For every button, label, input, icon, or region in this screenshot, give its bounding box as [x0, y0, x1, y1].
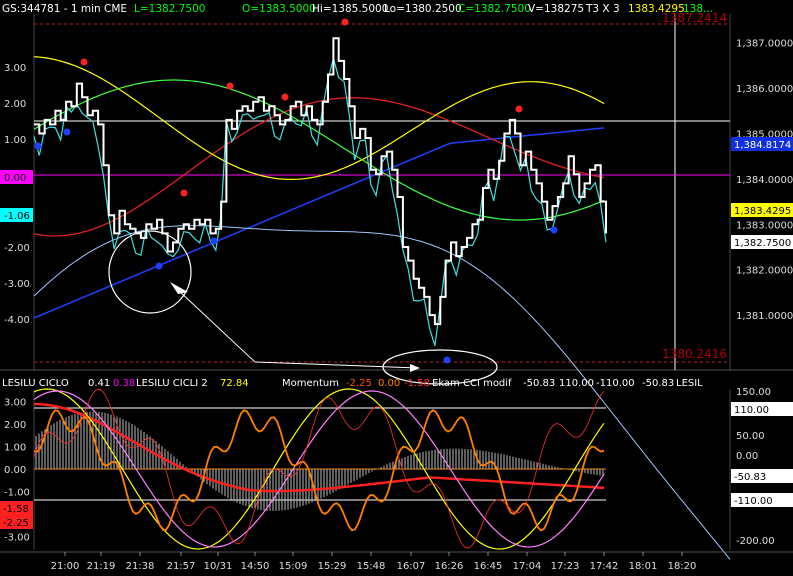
time-tick-label: 16:26 [435, 561, 464, 572]
osc-left-tick-label: 0.00 [4, 465, 26, 476]
osc-legend-item: -50.83 [523, 378, 555, 389]
time-tick-label: 15:29 [318, 561, 347, 572]
osc-left-badge-text-r1: -1.58 [3, 504, 29, 515]
osc-legend-item: -1.58 [404, 378, 430, 389]
time-tick-label: 16:07 [397, 561, 426, 572]
osc-left-tick-label: 1.00 [4, 443, 26, 454]
osc-badge-text-b110: 110.00 [734, 405, 769, 416]
time-tick-label: 21:38 [126, 561, 155, 572]
header-volume: V=138275 [528, 3, 584, 15]
osc-legend-item: -50.83 [642, 378, 674, 389]
osc-legend-item: Momentum [282, 378, 339, 389]
price-badge-text-white: 1,382.7500 [734, 238, 791, 249]
header-high: Hi=1385.5000 [312, 3, 388, 15]
time-tick-label: 15:48 [357, 561, 386, 572]
trading-chart: GS:344781 - 1 min CME L=1382.7500 O=1383… [0, 0, 793, 576]
osc-legend-item: 0.00 [378, 378, 400, 389]
header-bar: GS:344781 - 1 min CME L=1382.7500 O=1383… [2, 3, 713, 15]
red-marker [281, 93, 289, 101]
osc-legend-item: LESILU CICLO [2, 378, 69, 389]
time-tick-label: 15:09 [279, 561, 308, 572]
osc-badge-text-bm110: -110.00 [734, 496, 773, 507]
osc-left-badge-text-r2: -2.25 [3, 518, 29, 529]
price-left-tick-label: -2.00 [4, 243, 30, 254]
time-tick-label: 21:00 [51, 561, 80, 572]
price-left-badge-text-cyan: -1.06 [4, 211, 30, 222]
blue-marker [443, 356, 451, 364]
osc-legend: LESILU CICLO 0.41 0.38 LESILU CICLI 2 72.84 M… [2, 378, 703, 389]
header-symbol: GS:344781 - 1 min [2, 3, 101, 15]
osc-legend-item: -110.00 [596, 378, 635, 389]
price-left-tick-label: 1.00 [4, 135, 26, 146]
price-left-tick-label: -4.00 [4, 315, 30, 326]
time-tick-label: 17:42 [590, 561, 619, 572]
header-open: O=1383.5000 [242, 3, 316, 15]
osc-left-tick-label: 2.00 [4, 420, 26, 431]
red-marker [180, 189, 188, 197]
header-low: Lo=1380.2500 [384, 3, 462, 15]
price-tick-label: 1,383.0000 [736, 220, 793, 231]
osc-left-tick-label: 3.00 [4, 398, 26, 409]
osc-left-tick-label: -3.00 [4, 533, 30, 544]
header-exchange: CME [104, 3, 127, 15]
blue-marker [210, 237, 218, 245]
bottom-level-label: 1380.2416 [662, 347, 727, 361]
osc-legend-item: LESIL [676, 378, 703, 389]
red-marker [341, 18, 349, 26]
osc-legend-item: 110.00 [559, 378, 594, 389]
blue-marker [155, 262, 163, 270]
price-left-tick-label: -3.00 [4, 279, 30, 290]
red-marker [80, 58, 88, 66]
osc-legend-item: -2.25 [346, 378, 372, 389]
price-badge-text-yellow: 1,383.4295 [734, 206, 791, 217]
header-timeframe: T3 X 3 [585, 3, 620, 15]
time-tick-label: 18:20 [668, 561, 697, 572]
time-tick-label: 21:19 [87, 561, 116, 572]
red-marker [515, 105, 523, 113]
blue-marker [63, 128, 71, 136]
osc-legend-item: Ekam CCI modif [432, 378, 512, 389]
price-tick-label: 1,384.0000 [736, 175, 793, 186]
price-left-badge-text-magenta: 0.00 [4, 173, 26, 184]
osc-legend-item: 72.84 [220, 378, 249, 389]
time-tick-label: 17:23 [551, 561, 580, 572]
osc-left-tick-label: -1.00 [4, 488, 30, 499]
time-tick-label: 10/31 [204, 561, 233, 572]
price-tick-label: 1,387.0000 [736, 39, 793, 50]
osc-legend-item: 0.38 [113, 378, 135, 389]
time-tick-label: 18:01 [629, 561, 658, 572]
blue-marker [550, 226, 558, 234]
header-close: C=1382.7500 [458, 3, 531, 15]
osc-legend-item: LESILU CICLI 2 [136, 378, 208, 389]
osc-right-tick-label: 0.00 [736, 451, 758, 462]
price-left-tick-label: 3.00 [4, 63, 26, 74]
time-tick-label: 16:45 [474, 561, 503, 572]
chart-background [0, 0, 793, 576]
blue-marker [34, 142, 42, 150]
time-tick-label: 17:04 [513, 561, 542, 572]
top-level-label: 1387.2414 [662, 11, 727, 25]
osc-right-tick-label: 50.00 [736, 431, 765, 442]
price-badge-text-blue: 1,384.8174 [734, 140, 791, 151]
osc-badge-text-b50: -50.83 [734, 472, 766, 483]
osc-right-tick-label: 150.00 [736, 387, 771, 398]
price-tick-label: 1,381.0000 [736, 311, 793, 322]
price-tick-label: 1,382.0000 [736, 266, 793, 277]
osc-right-tick-label: -200.00 [736, 536, 775, 547]
osc-legend-item: 0.41 [88, 378, 110, 389]
time-tick-label: 14:50 [241, 561, 270, 572]
price-tick-label: 1,386.0000 [736, 84, 793, 95]
header-last: L=1382.7500 [134, 3, 205, 15]
price-left-tick-label: 2.00 [4, 99, 26, 110]
red-marker [226, 82, 234, 90]
time-tick-label: 21:57 [167, 561, 196, 572]
